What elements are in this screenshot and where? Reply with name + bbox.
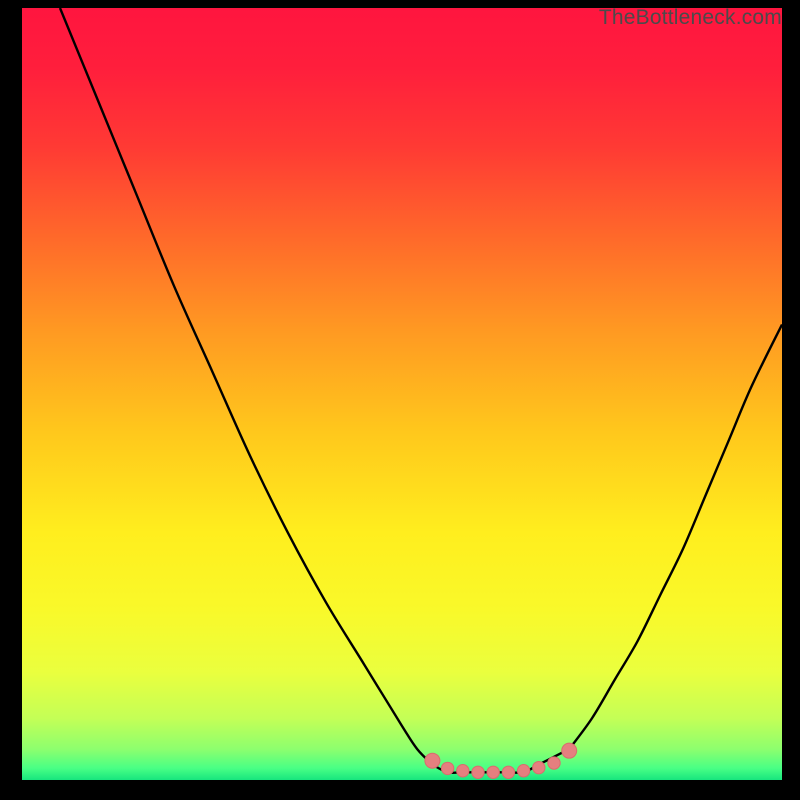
marker-point <box>502 766 514 778</box>
marker-point <box>441 762 453 774</box>
marker-point <box>517 765 529 777</box>
plot-area <box>22 8 782 780</box>
gradient-background <box>22 8 782 780</box>
marker-point <box>562 743 577 758</box>
chart-stage: TheBottleneck.com <box>0 0 800 800</box>
marker-point <box>457 765 469 777</box>
marker-point <box>487 766 499 778</box>
chart-svg <box>22 8 782 780</box>
marker-point <box>425 753 440 768</box>
marker-point <box>548 757 560 769</box>
marker-point <box>533 761 545 773</box>
marker-point <box>472 766 484 778</box>
watermark-text: TheBottleneck.com <box>599 6 782 30</box>
